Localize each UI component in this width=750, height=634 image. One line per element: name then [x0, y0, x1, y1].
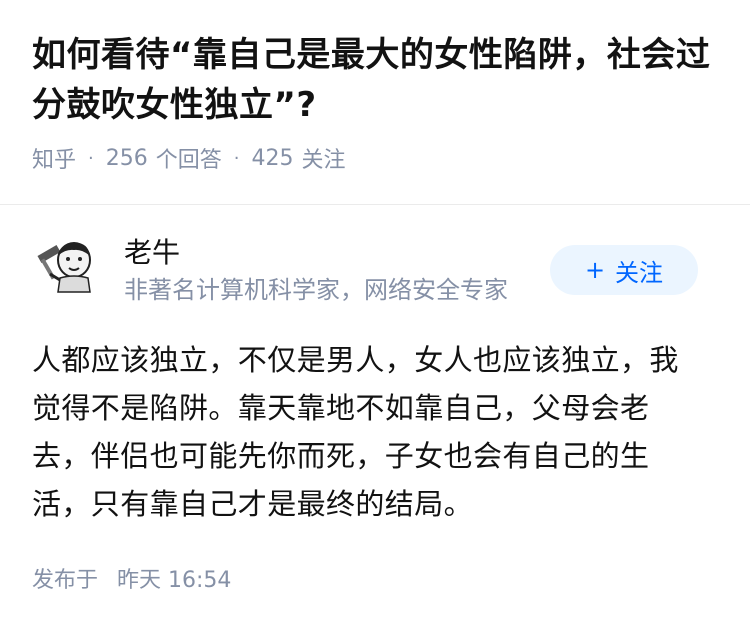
author-name[interactable]: 老牛: [124, 233, 534, 273]
question-title[interactable]: 如何看待“靠自己是最大的女性陷阱，社会过分鼓吹女性独立”?: [32, 30, 718, 130]
question-meta: 知乎 · 256 个回答 · 425 关注: [32, 142, 718, 174]
section-divider: [0, 204, 750, 205]
author-card: 老牛 非著名计算机科学家，网络安全专家 + 关注: [32, 228, 698, 312]
follow-button[interactable]: + 关注: [550, 245, 698, 295]
author-info: 老牛 非著名计算机科学家，网络安全专家: [124, 233, 534, 307]
avatar-cartoon-icon: [32, 234, 104, 306]
plus-icon: +: [584, 256, 606, 284]
avatar[interactable]: [32, 234, 104, 306]
source-label[interactable]: 知乎: [32, 142, 76, 174]
followers-label: 关注: [301, 148, 346, 173]
meta-separator: ·: [88, 147, 94, 169]
published-label: 发布于: [32, 568, 99, 593]
answer-page: 如何看待“靠自己是最大的女性陷阱，社会过分鼓吹女性独立”? 知乎 · 256 个…: [0, 0, 750, 634]
answer-content: 人都应该独立，不仅是男人，女人也应该独立，我觉得不是陷阱。靠天靠地不如靠自己，父…: [32, 343, 679, 521]
answers-count: 256: [105, 145, 148, 171]
author-bio: 非著名计算机科学家，网络安全专家: [124, 276, 508, 304]
published-info: 发布于 昨天 16:54: [32, 563, 231, 599]
answers-label[interactable]: 个回答: [156, 142, 222, 174]
published-time: 昨天 16:54: [117, 568, 232, 593]
question-header: 如何看待“靠自己是最大的女性陷阱，社会过分鼓吹女性独立”? 知乎 · 256 个…: [0, 0, 750, 174]
followers-count: 425: [251, 145, 294, 171]
follow-label: 关注: [615, 258, 664, 287]
meta-separator: ·: [233, 147, 240, 169]
